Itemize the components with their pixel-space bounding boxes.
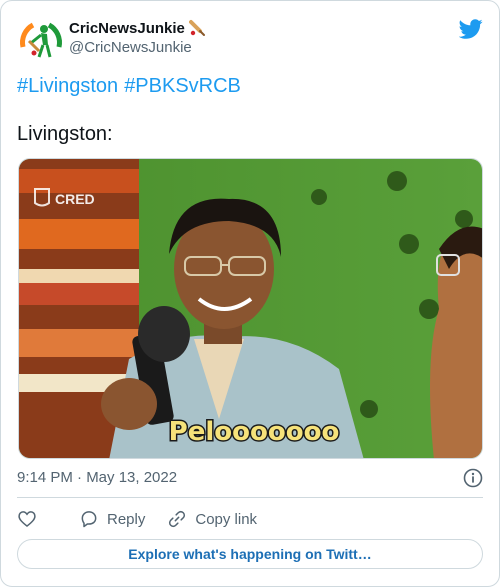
copy-link-label: Copy link xyxy=(195,510,258,528)
tweet-media[interactable]: CRED Pelooooooo xyxy=(18,158,483,459)
media-image: CRED Pelooooooo xyxy=(19,159,482,458)
hashtag-link[interactable]: #PBKSvRCB xyxy=(124,75,241,97)
media-caption: Pelooooooo xyxy=(169,417,340,447)
tweet-actions: Reply Copy link xyxy=(17,507,279,531)
tweet-header: CricNewsJunkie @CricNewsJunkie xyxy=(17,17,483,65)
tweet-card: CricNewsJunkie @CricNewsJunkie #Livingst… xyxy=(0,0,500,587)
info-icon[interactable] xyxy=(463,468,483,488)
author-handle[interactable]: @CricNewsJunkie xyxy=(69,39,192,56)
author-name-row[interactable]: CricNewsJunkie xyxy=(69,19,207,37)
heart-icon xyxy=(18,511,36,528)
reply-button[interactable]: Reply xyxy=(79,509,145,529)
reply-label: Reply xyxy=(107,510,146,528)
tweet-hashtags: #Livingston #PBKSvRCB xyxy=(17,74,483,98)
media-watermark: CRED xyxy=(55,191,95,207)
divider xyxy=(17,497,483,498)
cricket-bat-emoji-icon xyxy=(188,20,205,36)
like-button[interactable] xyxy=(17,509,37,529)
explore-button[interactable]: Explore what's happening on Twitt… xyxy=(17,539,483,569)
copy-link-button[interactable]: Copy link xyxy=(167,509,257,529)
author-name[interactable]: CricNewsJunkie xyxy=(69,20,185,37)
link-icon xyxy=(169,510,186,528)
avatar[interactable] xyxy=(17,17,65,65)
tweet-body: Livingston: xyxy=(17,123,113,145)
tweet-meta: 9:14 PM · May 13, 2022 xyxy=(17,467,483,489)
twitter-bird-icon[interactable] xyxy=(459,17,483,41)
tweet-timestamp[interactable]: 9:14 PM · May 13, 2022 xyxy=(17,469,177,486)
hashtag-link[interactable]: #Livingston xyxy=(17,75,118,97)
reply-icon xyxy=(81,511,97,528)
